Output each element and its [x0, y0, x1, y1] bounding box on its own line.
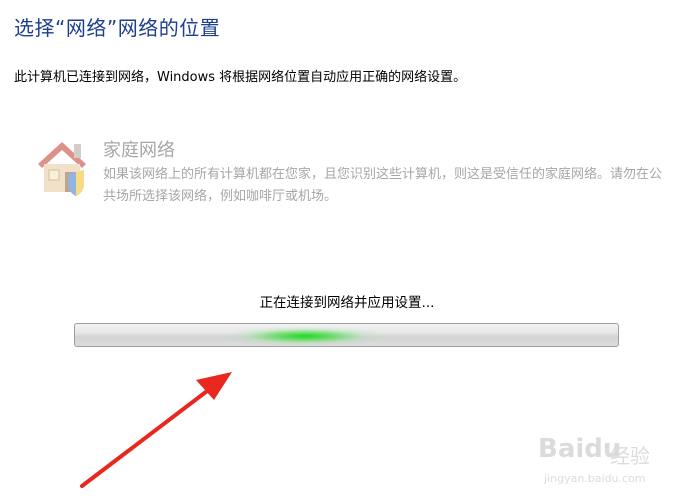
page-description: 此计算机已连接到网络，Windows 将根据网络位置自动应用正确的网络设置。 [14, 70, 467, 85]
page-title: 选择“网络”网络的位置 [14, 16, 221, 40]
home-network-icon [38, 142, 86, 196]
baidu-watermark: Baidu 经验 jingyan.baidu.com [532, 432, 682, 492]
home-network-description: 如果该网络上的所有计算机都在您家，且您识别这些计算机，则这是受信任的家庭网络。请… [103, 167, 663, 204]
home-network-option[interactable]: 家庭网络 如果该网络上的所有计算机都在您家，且您识别这些计算机，则这是受信任的家… [28, 132, 678, 212]
home-network-title: 家庭网络 [103, 140, 175, 161]
watermark-url: jingyan.baidu.com [544, 472, 646, 485]
watermark-name: 经验 [610, 444, 650, 468]
watermark-brand: Baidu [538, 434, 622, 464]
connection-progress-bar [74, 323, 619, 347]
connection-status-text: 正在连接到网络并应用设置... [259, 295, 435, 311]
progress-glow [225, 324, 385, 346]
